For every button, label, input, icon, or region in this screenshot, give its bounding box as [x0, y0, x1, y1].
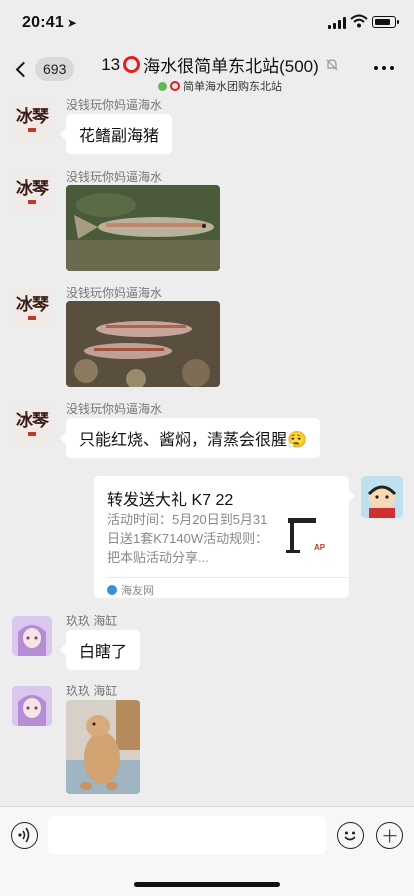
- avatar[interactable]: 冰琴: [12, 100, 52, 140]
- sender-name: 没钱玩你妈逼海水: [66, 286, 163, 300]
- more-icon[interactable]: [374, 66, 394, 70]
- message-row: 冰琴 没钱玩你妈逼海水 只能红烧、酱焖，清蒸会很腥😮‍💨: [0, 400, 414, 460]
- location-arrow-icon: ➤: [66, 16, 78, 30]
- group-title: 13 海水很简单东北站(500): [90, 52, 350, 77]
- clock-text: 20:41: [22, 14, 64, 31]
- avatar-text: 冰琴: [16, 294, 49, 315]
- emoji-icon: [344, 831, 356, 841]
- anime-girl-avatar-icon: [12, 686, 52, 726]
- title-suffix: 海水很简单东北站(500): [143, 57, 319, 76]
- status-bar: 20:41 ➤: [0, 0, 414, 46]
- avatar-text: 冰琴: [16, 410, 49, 431]
- avatar[interactable]: 冰琴: [12, 404, 52, 444]
- cellular-signal-icon: [328, 17, 346, 29]
- message-bubble[interactable]: 只能红烧、酱焖，清蒸会很腥😮‍💨: [60, 418, 320, 458]
- red-circle-icon: [123, 56, 141, 73]
- subtitle-text: 简单海水团购东北站: [183, 81, 282, 93]
- avatar-text: 冰琴: [16, 106, 49, 127]
- voice-input-button[interactable]: [11, 822, 38, 849]
- unread-count-badge: 693: [35, 57, 75, 81]
- battery-fill: [374, 18, 390, 25]
- wifi-icon: [350, 14, 368, 28]
- avatar[interactable]: 冰琴: [12, 288, 52, 328]
- fish-photo-icon: [66, 301, 220, 387]
- group-tag-icon: [158, 81, 167, 91]
- voice-icon: [18, 827, 30, 843]
- battery-icon: [372, 16, 399, 28]
- add-attachment-button[interactable]: [376, 822, 403, 849]
- chevron-left-icon: [15, 61, 32, 77]
- sender-name: 玖玖 海缸: [66, 614, 118, 628]
- link-card-source: 海友网: [107, 582, 154, 598]
- crayon-shin-chan-avatar-icon: [361, 476, 403, 518]
- dog-photo[interactable]: [66, 700, 140, 794]
- source-name: 海友网: [121, 585, 154, 597]
- avatar[interactable]: [12, 616, 52, 656]
- sender-name: 没钱玩你妈逼海水: [66, 402, 163, 416]
- self-avatar[interactable]: [361, 476, 403, 518]
- source-logo-icon: [107, 585, 117, 595]
- message-input[interactable]: [48, 816, 326, 854]
- sender-name: 玖玖 海缸: [66, 684, 118, 698]
- link-card-title: 转发送大礼 K7 22: [107, 492, 234, 509]
- card-divider: [107, 577, 349, 578]
- back-button[interactable]: 693: [12, 56, 75, 82]
- link-card[interactable]: 转发送大礼 K7 22 活动时间：5月20日到5月31日送1套K7140W活动规…: [94, 476, 355, 598]
- message-row: 冰琴 没钱玩你妈逼海水: [0, 168, 414, 272]
- dog-photo-icon: [66, 700, 140, 794]
- fish-photo-icon: [66, 185, 220, 271]
- message-row: 玖玖 海缸: [0, 682, 414, 794]
- message-row: 冰琴 没钱玩你妈逼海水 花鳍副海猪: [0, 96, 414, 156]
- svg-text:AP: AP: [314, 543, 326, 552]
- emoji-button[interactable]: [337, 822, 364, 849]
- sender-name: 没钱玩你妈逼海水: [66, 98, 163, 112]
- title-prefix: 13: [101, 54, 121, 74]
- chat-title-area[interactable]: 13 海水很简单东北站(500) 简单海水团购东北站: [90, 52, 350, 94]
- avatar[interactable]: [12, 686, 52, 726]
- lamp-thumbnail-icon: AP: [284, 512, 334, 558]
- fish-photo[interactable]: [66, 301, 220, 387]
- sender-name: 没钱玩你妈逼海水: [66, 170, 163, 184]
- fish-photo[interactable]: [66, 185, 220, 271]
- group-subtitle: 简单海水团购东北站: [90, 78, 350, 94]
- chat-header: 693 13 海水很简单东北站(500) 简单海水团购东北站: [0, 46, 414, 94]
- message-row: 玖玖 海缸 白瞎了: [0, 612, 414, 672]
- status-time: 20:41 ➤: [22, 14, 77, 32]
- avatar[interactable]: 冰琴: [12, 172, 52, 212]
- message-bubble[interactable]: 花鳍副海猪: [59, 114, 173, 154]
- link-card-description: 活动时间：5月20日到5月31日送1套K7140W活动规则：把本贴活动分享...: [107, 512, 269, 565]
- message-row: 冰琴 没钱玩你妈逼海水: [0, 284, 414, 388]
- message-bubble[interactable]: 白瞎了: [59, 630, 141, 670]
- avatar-text: 冰琴: [16, 178, 49, 199]
- home-indicator: [134, 882, 280, 887]
- bell-muted-icon: [326, 58, 338, 70]
- anime-girl-avatar-icon: [12, 616, 52, 656]
- red-circle-icon: [170, 81, 180, 91]
